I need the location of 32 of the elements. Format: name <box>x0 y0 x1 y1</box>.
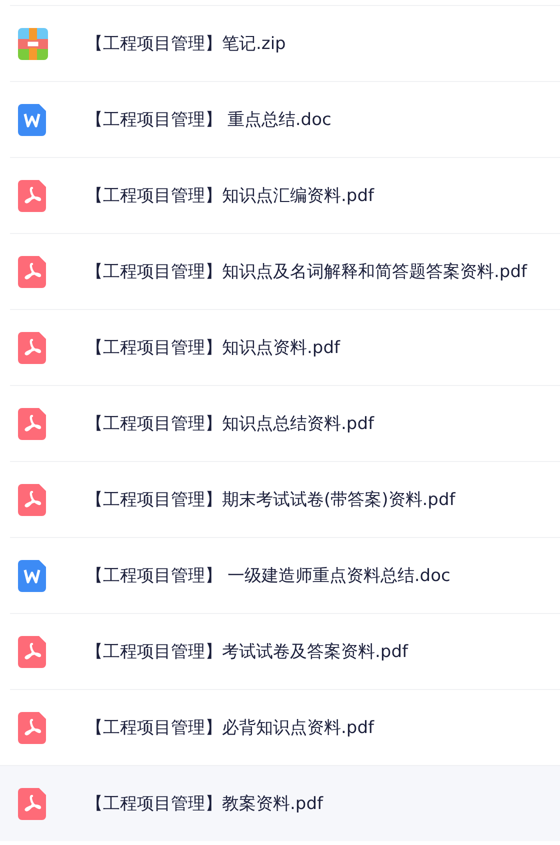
pdf-icon <box>18 712 48 744</box>
pdf-icon <box>18 788 48 820</box>
file-name: 【工程项目管理】知识点资料.pdf <box>86 337 340 359</box>
file-name: 【工程项目管理】知识点汇编资料.pdf <box>86 185 374 207</box>
file-name: 【工程项目管理】知识点及名词解释和简答题答案资料.pdf <box>86 261 527 283</box>
file-name: 【工程项目管理】 一级建造师重点资料总结.doc <box>86 565 450 587</box>
file-row[interactable]: 【工程项目管理】知识点汇编资料.pdf <box>10 157 560 233</box>
word-document-icon <box>18 104 48 136</box>
pdf-icon <box>18 484 48 516</box>
file-name: 【工程项目管理】考试试卷及答案资料.pdf <box>86 641 408 663</box>
file-row[interactable]: 【工程项目管理】教案资料.pdf <box>0 765 560 841</box>
file-row[interactable]: 【工程项目管理】考试试卷及答案资料.pdf <box>10 613 560 689</box>
file-row[interactable]: 【工程项目管理】知识点总结资料.pdf <box>10 385 560 461</box>
pdf-icon <box>18 636 48 668</box>
pdf-icon <box>18 332 48 364</box>
file-row[interactable]: 【工程项目管理】 重点总结.doc <box>10 81 560 157</box>
file-row[interactable]: 【工程项目管理】 一级建造师重点资料总结.doc <box>10 537 560 613</box>
pdf-icon <box>18 180 48 212</box>
file-name: 【工程项目管理】笔记.zip <box>86 33 286 55</box>
file-row[interactable]: 【工程项目管理】知识点资料.pdf <box>10 309 560 385</box>
pdf-icon <box>18 256 48 288</box>
file-name: 【工程项目管理】 重点总结.doc <box>86 109 332 131</box>
file-name: 【工程项目管理】知识点总结资料.pdf <box>86 413 374 435</box>
file-row[interactable]: 【工程项目管理】笔记.zip <box>10 5 560 81</box>
word-document-icon <box>18 560 48 592</box>
pdf-icon <box>18 408 48 440</box>
file-name: 【工程项目管理】教案资料.pdf <box>86 793 323 815</box>
file-name: 【工程项目管理】期末考试试卷(带答案)资料.pdf <box>86 489 456 511</box>
archive-icon <box>18 28 48 60</box>
file-row[interactable]: 【工程项目管理】期末考试试卷(带答案)资料.pdf <box>10 461 560 537</box>
file-row[interactable]: 【工程项目管理】知识点及名词解释和简答题答案资料.pdf <box>10 233 560 309</box>
file-name: 【工程项目管理】必背知识点资料.pdf <box>86 717 374 739</box>
